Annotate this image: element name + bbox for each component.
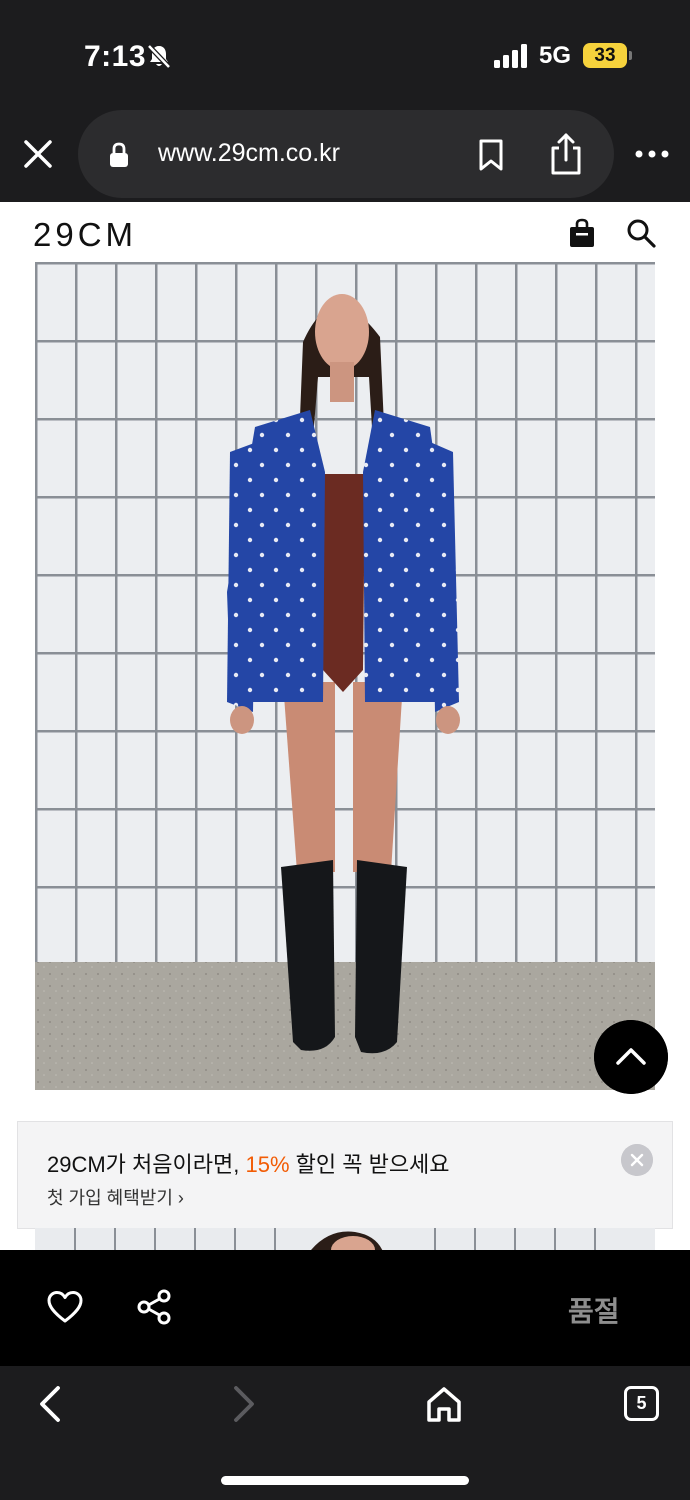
tabs-button[interactable]: 5 (624, 1386, 659, 1421)
site-logo[interactable]: 29CM (33, 216, 137, 254)
banner-headline: 29CM가 처음이라면, 15% 할인 꼭 받으세요 (47, 1147, 450, 1179)
close-icon[interactable] (20, 136, 56, 172)
share-nodes-icon[interactable] (136, 1289, 172, 1325)
forward-arrow-icon[interactable] (230, 1384, 260, 1424)
browser-address-bar: www.29cm.co.kr (0, 110, 690, 202)
banner-headline-suffix: 할인 꼭 받으세요 (289, 1152, 450, 1177)
signup-benefit-link[interactable]: 첫 가입 혜택받기 › (47, 1184, 184, 1210)
web-page: 29CM 29CM가 처음이라면, 15% 할인 꼭 받으세요 첫 가입 혜택받… (0, 202, 690, 1250)
signal-icon (494, 44, 527, 68)
search-icon[interactable] (626, 218, 656, 248)
back-arrow-icon[interactable] (34, 1384, 64, 1424)
url-text: www.29cm.co.kr (158, 139, 340, 167)
status-bar: 7:13 5G 33 (0, 0, 690, 110)
share-icon[interactable] (548, 132, 584, 176)
url-field[interactable]: www.29cm.co.kr (78, 110, 614, 198)
status-time: 7:13 (84, 40, 147, 73)
signup-promo-banner[interactable]: 29CM가 처음이라면, 15% 할인 꼭 받으세요 첫 가입 혜택받기 › (17, 1121, 673, 1229)
next-product-image (35, 1228, 655, 1250)
bell-muted-icon (147, 44, 171, 69)
heart-icon[interactable] (46, 1290, 84, 1324)
network-label: 5G (539, 42, 572, 69)
banner-headline-prefix: 29CM가 처음이라면, (47, 1152, 246, 1177)
sold-out-label: 품절 (568, 1296, 620, 1327)
home-icon[interactable] (424, 1384, 464, 1424)
product-action-bar: 품절 (0, 1250, 690, 1366)
lock-icon (110, 142, 128, 167)
scroll-to-top-button[interactable] (594, 1020, 668, 1094)
battery-indicator: 33 (583, 43, 632, 68)
shopping-bag-icon[interactable] (568, 218, 596, 248)
home-indicator (221, 1476, 469, 1485)
bookmark-icon[interactable] (476, 138, 506, 172)
discount-percent: 15% (245, 1152, 290, 1177)
product-image[interactable] (35, 262, 655, 1090)
banner-close-icon[interactable] (621, 1144, 653, 1176)
browser-toolbar: 5 (0, 1366, 690, 1500)
more-options-icon[interactable] (634, 144, 670, 164)
